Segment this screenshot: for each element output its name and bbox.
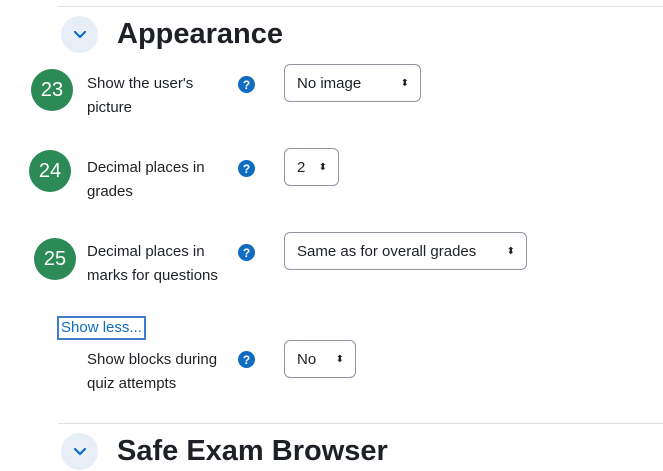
decimal-marks-label: Decimal places in marks for questions bbox=[87, 243, 218, 284]
chevron-down-icon[interactable] bbox=[61, 433, 98, 470]
show-picture-label: Show the user's picture bbox=[87, 75, 194, 116]
help-icon[interactable]: ? bbox=[238, 244, 255, 261]
help-icon[interactable]: ? bbox=[238, 351, 255, 368]
step-badge: 23 bbox=[31, 69, 73, 111]
step-badge: 24 bbox=[29, 150, 71, 192]
quiz-settings-page: Appearance 23 Show the user's picture ? … bbox=[0, 0, 663, 471]
select-caret-icon: ⬍ bbox=[400, 77, 409, 89]
select-value: No bbox=[297, 350, 317, 368]
section-divider bbox=[58, 423, 663, 424]
select-caret-icon: ⬍ bbox=[335, 353, 344, 365]
section-title: Safe Exam Browser bbox=[117, 435, 388, 467]
step-badge: 25 bbox=[34, 238, 76, 280]
help-icon[interactable]: ? bbox=[238, 160, 255, 177]
chevron-down-icon[interactable] bbox=[61, 16, 98, 53]
section-divider bbox=[58, 6, 663, 7]
decimal-grades-select[interactable]: 2 ⬍ bbox=[284, 148, 339, 186]
help-icon[interactable]: ? bbox=[238, 76, 255, 93]
show-picture-select[interactable]: No image ⬍ bbox=[284, 64, 421, 102]
select-caret-icon: ⬍ bbox=[318, 161, 327, 173]
show-blocks-select[interactable]: No ⬍ bbox=[284, 340, 356, 378]
decimal-grades-label: Decimal places in grades bbox=[87, 159, 205, 200]
section-title: Appearance bbox=[117, 18, 284, 50]
select-value: 2 bbox=[297, 158, 306, 176]
select-value: No image bbox=[297, 74, 362, 92]
show-blocks-label: Show blocks during quiz attempts bbox=[87, 351, 218, 392]
appearance-section-header[interactable]: Appearance bbox=[61, 16, 283, 53]
safe-exam-browser-section-header[interactable]: Safe Exam Browser bbox=[61, 433, 388, 470]
select-caret-icon: ⬍ bbox=[506, 245, 515, 257]
decimal-marks-select[interactable]: Same as for overall grades ⬍ bbox=[284, 232, 527, 270]
select-value: Same as for overall grades bbox=[297, 242, 477, 260]
show-less-link[interactable]: Show less... bbox=[57, 316, 146, 340]
